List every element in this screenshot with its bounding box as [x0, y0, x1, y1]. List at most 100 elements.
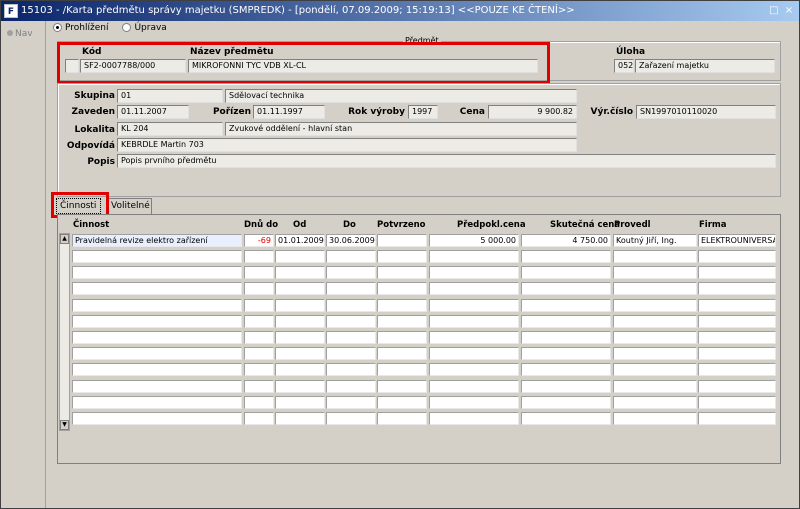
close-icon[interactable]: × [783, 4, 795, 18]
grid-empty-cell[interactable] [72, 266, 242, 280]
vyr-cislo-field[interactable]: SN1997010110020 [636, 105, 776, 119]
grid-empty-cell[interactable] [275, 282, 325, 296]
grid-empty-cell[interactable] [698, 282, 776, 296]
grid-cell-od[interactable]: 01.01.2009 [275, 234, 325, 247]
grid-empty-cell[interactable] [429, 412, 519, 425]
grid-empty-cell[interactable] [377, 379, 427, 393]
grid-empty-cell[interactable] [429, 347, 519, 361]
grid-empty-cell[interactable] [429, 379, 519, 393]
grid-empty-cell[interactable] [521, 282, 611, 296]
grid-empty-cell[interactable] [698, 298, 776, 312]
lokalita-field[interactable]: Zvukové oddělení - hlavní stan [225, 122, 577, 136]
grid-empty-cell[interactable] [521, 250, 611, 263]
grid-empty-cell[interactable] [377, 412, 427, 425]
grid-empty-cell[interactable] [613, 395, 697, 409]
grid-empty-cell[interactable] [377, 314, 427, 328]
odpovida-field[interactable]: KEBRDLE Martin 703 [117, 138, 577, 152]
grid-empty-cell[interactable] [326, 395, 376, 409]
nav-button[interactable]: Nav [7, 29, 33, 39]
grid-empty-cell[interactable] [275, 298, 325, 312]
grid-cell-skutecna-cena[interactable]: 4 750.00 [521, 234, 611, 247]
grid-empty-cell[interactable] [698, 250, 776, 263]
grid-empty-cell[interactable] [613, 250, 697, 263]
zaveden-field[interactable]: 01.11.2007 [117, 105, 189, 119]
grid-empty-cell[interactable] [72, 347, 242, 361]
grid-empty-cell[interactable] [613, 282, 697, 296]
grid-empty-cell[interactable] [613, 347, 697, 361]
grid-empty-cell[interactable] [72, 379, 242, 393]
grid-empty-cell[interactable] [326, 363, 376, 377]
grid-empty-cell[interactable] [521, 314, 611, 328]
grid-empty-cell[interactable] [326, 347, 376, 361]
grid-empty-cell[interactable] [244, 266, 274, 280]
grid-empty-cell[interactable] [275, 379, 325, 393]
grid-empty-cell[interactable] [613, 298, 697, 312]
grid-empty-cell[interactable] [613, 412, 697, 425]
grid-empty-cell[interactable] [244, 395, 274, 409]
grid-empty-cell[interactable] [429, 250, 519, 263]
grid-empty-cell[interactable] [377, 347, 427, 361]
grid-empty-cell[interactable] [244, 347, 274, 361]
grid-empty-cell[interactable] [521, 395, 611, 409]
grid-empty-cell[interactable] [72, 363, 242, 377]
grid-empty-cell[interactable] [326, 250, 376, 263]
grid-empty-cell[interactable] [377, 331, 427, 344]
grid-empty-cell[interactable] [521, 412, 611, 425]
grid-cell-dnu-do[interactable]: -69 [244, 234, 274, 247]
grid-empty-cell[interactable] [72, 331, 242, 344]
grid-empty-cell[interactable] [72, 395, 242, 409]
grid-empty-cell[interactable] [326, 331, 376, 344]
scroll-down-icon[interactable]: ▼ [60, 420, 69, 430]
cena-field[interactable]: 9 900.82 [488, 105, 577, 119]
grid-empty-cell[interactable] [521, 347, 611, 361]
grid-empty-cell[interactable] [326, 282, 376, 296]
grid-empty-cell[interactable] [244, 250, 274, 263]
grid-empty-cell[interactable] [377, 250, 427, 263]
restore-icon[interactable]: □ [768, 4, 780, 18]
grid-empty-cell[interactable] [275, 363, 325, 377]
grid-empty-cell[interactable] [72, 412, 242, 425]
grid-empty-cell[interactable] [429, 266, 519, 280]
grid-empty-cell[interactable] [326, 266, 376, 280]
grid-empty-cell[interactable] [698, 379, 776, 393]
uloha-field[interactable]: Zařazení majetku [635, 59, 775, 73]
grid-empty-cell[interactable] [521, 266, 611, 280]
porizen-field[interactable]: 01.11.1997 [253, 105, 325, 119]
grid-cell-do[interactable]: 30.06.2009 [326, 234, 376, 247]
tab-volitelne[interactable]: Volitelné [107, 198, 152, 214]
grid-empty-cell[interactable] [521, 298, 611, 312]
grid-empty-cell[interactable] [275, 314, 325, 328]
grid-empty-cell[interactable] [377, 395, 427, 409]
grid-empty-cell[interactable] [72, 314, 242, 328]
skupina-field[interactable]: Sdělovací technika [225, 89, 577, 103]
grid-empty-cell[interactable] [275, 412, 325, 425]
grid-empty-cell[interactable] [521, 363, 611, 377]
grid-empty-cell[interactable] [72, 250, 242, 263]
grid-empty-cell[interactable] [244, 363, 274, 377]
mode-view-radio[interactable]: Prohlížení [53, 23, 108, 37]
grid-empty-cell[interactable] [698, 347, 776, 361]
grid-empty-cell[interactable] [698, 412, 776, 425]
mode-edit-radio[interactable]: Úprava [122, 23, 167, 37]
grid-empty-cell[interactable] [244, 379, 274, 393]
grid-empty-cell[interactable] [521, 379, 611, 393]
grid-empty-cell[interactable] [377, 298, 427, 312]
lokalita-code-field[interactable]: KL 204 [117, 122, 223, 136]
grid-empty-cell[interactable] [613, 266, 697, 280]
grid-empty-cell[interactable] [275, 395, 325, 409]
grid-empty-cell[interactable] [698, 331, 776, 344]
grid-empty-cell[interactable] [698, 314, 776, 328]
grid-empty-cell[interactable] [521, 331, 611, 344]
grid-empty-cell[interactable] [429, 331, 519, 344]
grid-empty-cell[interactable] [377, 282, 427, 296]
uloha-code-field[interactable]: 052 [614, 59, 634, 73]
grid-empty-cell[interactable] [377, 363, 427, 377]
grid-empty-cell[interactable] [326, 412, 376, 425]
grid-empty-cell[interactable] [275, 250, 325, 263]
grid-empty-cell[interactable] [377, 266, 427, 280]
grid-empty-cell[interactable] [275, 266, 325, 280]
grid-empty-cell[interactable] [244, 314, 274, 328]
grid-empty-cell[interactable] [429, 314, 519, 328]
grid-empty-cell[interactable] [326, 298, 376, 312]
grid-empty-cell[interactable] [326, 314, 376, 328]
